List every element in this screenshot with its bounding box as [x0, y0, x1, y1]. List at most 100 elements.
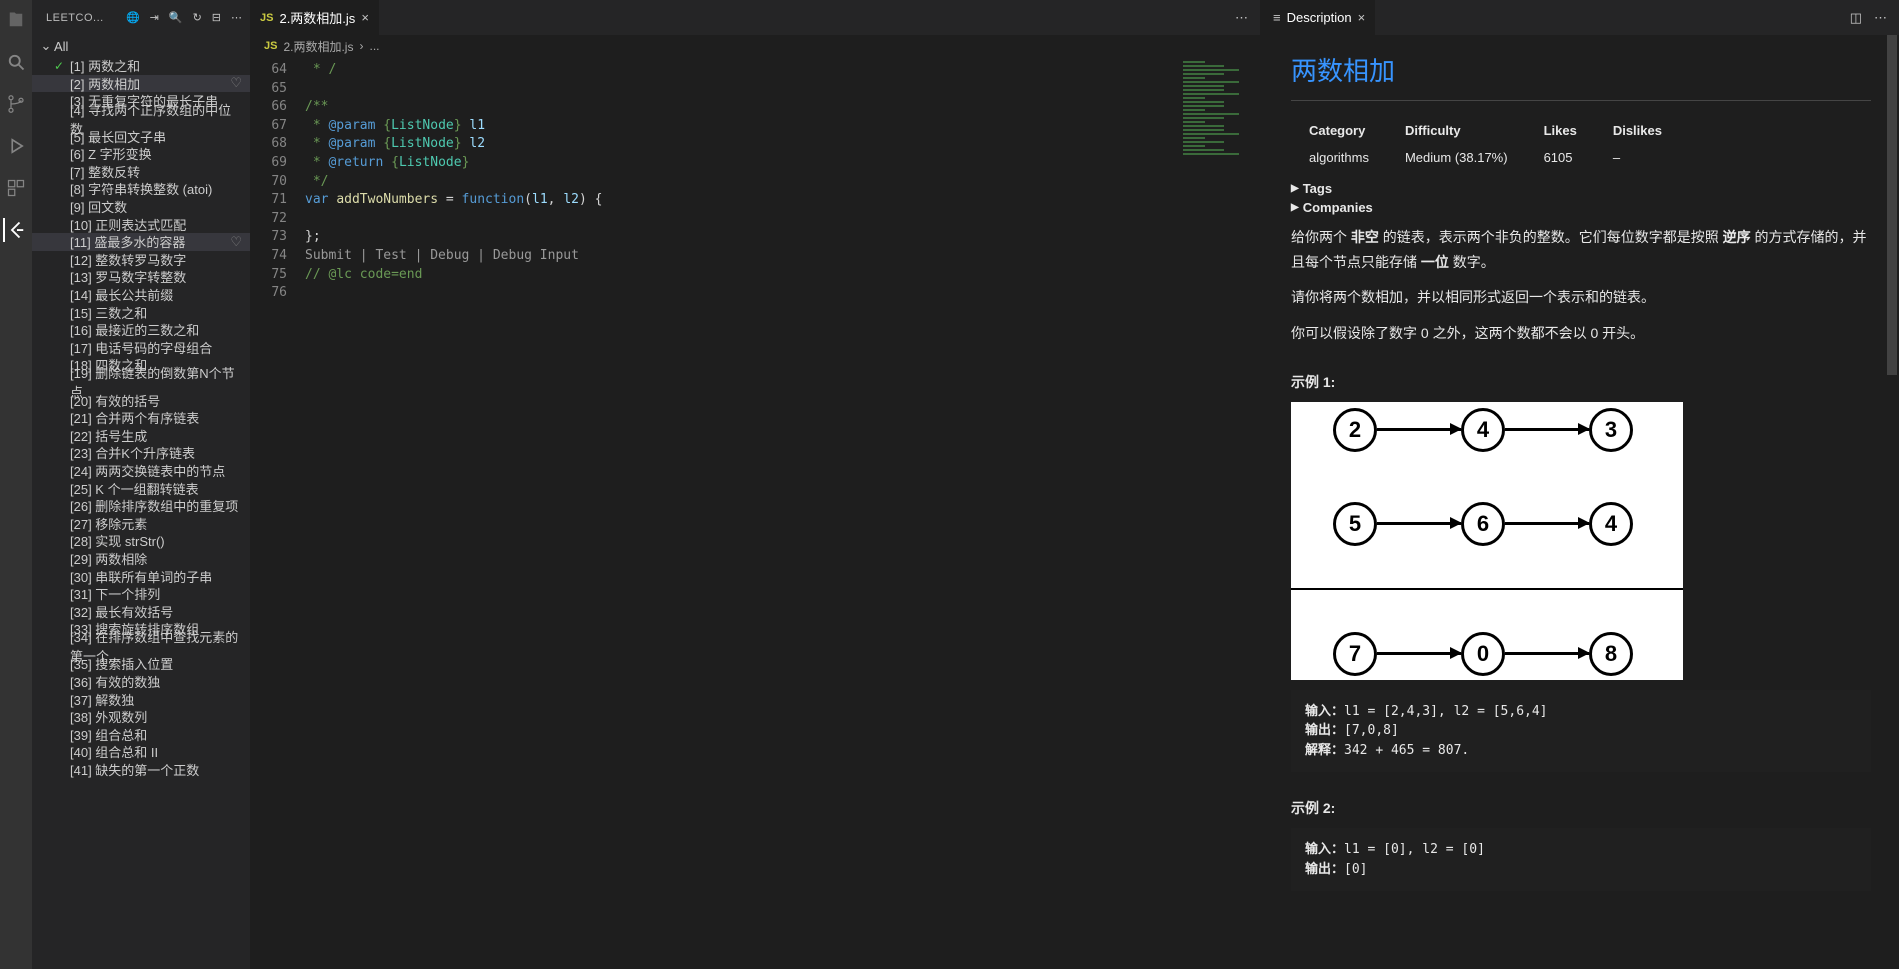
line-gutter: 64656667686970717273747576 [250, 57, 305, 969]
problem-item[interactable]: [5] 最长回文子串 [32, 127, 250, 145]
activity-extensions-icon[interactable] [4, 176, 28, 200]
activity-explorer-icon[interactable] [4, 8, 28, 32]
problem-label: [30] 串联所有单词的子串 [70, 567, 212, 586]
problem-title: 两数相加 [1291, 51, 1871, 88]
favorite-icon[interactable]: ♡ [230, 75, 242, 91]
problem-item[interactable]: [37] 解数独 [32, 690, 250, 708]
diagram-node: 4 [1461, 408, 1505, 452]
problem-item[interactable]: [6] Z 字形变换 [32, 145, 250, 163]
activity-branch-icon[interactable] [4, 92, 28, 116]
problem-item[interactable]: [41] 缺失的第一个正数 [32, 761, 250, 779]
problem-item[interactable]: [35] 搜索插入位置 [32, 655, 250, 673]
check-icon: ✓ [54, 59, 64, 73]
problem-item[interactable]: [4] 寻找两个正序数组的中位数 [32, 110, 250, 128]
problem-item[interactable]: [23] 合并K个升序链表 [32, 444, 250, 462]
problem-item[interactable]: [17] 电话号码的字母组合 [32, 339, 250, 357]
code-content[interactable]: * / /** * @param {ListNode} l1 * @param … [305, 57, 1180, 969]
problem-item[interactable]: [26] 删除排序数组中的重复项 [32, 497, 250, 515]
panel-body[interactable]: 两数相加 Category Difficulty Likes Dislikes … [1263, 35, 1899, 969]
editor-area: JS 2.两数相加.js × ⋯ JS 2.两数相加.js › ... 6465… [250, 0, 1260, 969]
problem-item[interactable]: [11] 盛最多水的容器♡ [32, 233, 250, 251]
meta-table: Category Difficulty Likes Dislikes algor… [1291, 117, 1680, 171]
problem-item[interactable]: [14] 最长公共前缀 [32, 286, 250, 304]
close-icon[interactable]: × [1358, 10, 1366, 25]
problem-item[interactable]: [13] 罗马数字转整数 [32, 268, 250, 286]
js-file-icon: JS [260, 12, 273, 24]
problem-item[interactable]: [15] 三数之和 [32, 303, 250, 321]
problem-item[interactable]: [40] 组合总和 II [32, 743, 250, 761]
diagram-arrow [1377, 428, 1461, 431]
problem-item[interactable]: [21] 合并两个有序链表 [32, 409, 250, 427]
panel-scrollbar-thumb[interactable] [1887, 35, 1897, 375]
activity-debug-icon[interactable] [4, 134, 28, 158]
problem-item[interactable]: [25] K 个一组翻转链表 [32, 479, 250, 497]
collapse-icon[interactable]: ⊟ [212, 11, 221, 24]
refresh-icon[interactable]: ↻ [193, 11, 202, 24]
globe-icon[interactable]: 🌐 [126, 11, 140, 24]
close-icon[interactable]: × [361, 10, 369, 25]
split-editor-icon[interactable]: ◫ [1850, 10, 1862, 26]
activity-leetcode-icon[interactable] [3, 218, 27, 242]
problem-label: [26] 删除排序数组中的重复项 [70, 496, 238, 515]
problem-item[interactable]: [29] 两数相除 [32, 550, 250, 568]
problem-item[interactable]: [7] 整数反转 [32, 163, 250, 181]
diagram-node: 7 [1333, 632, 1377, 676]
problem-item[interactable]: [30] 串联所有单词的子串 [32, 567, 250, 585]
problem-item[interactable]: [39] 组合总和 [32, 726, 250, 744]
diagram-node: 0 [1461, 632, 1505, 676]
sign-in-icon[interactable]: ⇥ [150, 11, 159, 24]
problem-item[interactable]: [38] 外观数列 [32, 708, 250, 726]
panel-tab-description[interactable]: ≡ Description × [1263, 0, 1375, 35]
sidebar-all-row[interactable]: ⌄ All [32, 35, 250, 57]
problem-item[interactable]: [27] 移除元素 [32, 514, 250, 532]
activity-search-icon[interactable] [4, 50, 28, 74]
tags-collapsible[interactable]: ▶Tags [1291, 181, 1871, 196]
problem-item[interactable]: [24] 两两交换链表中的节点 [32, 462, 250, 480]
favorite-icon[interactable]: ♡ [230, 234, 242, 250]
more-icon[interactable]: ⋯ [231, 11, 242, 24]
description-panel: ≡ Description × ◫ ⋯ 两数相加 Category Diffic… [1263, 0, 1899, 969]
minimap[interactable] [1180, 57, 1260, 969]
problem-item[interactable]: [31] 下一个排列 [32, 585, 250, 603]
problem-item[interactable]: ✓ [1] 两数之和 [32, 57, 250, 75]
problem-item[interactable]: [32] 最长有效括号 [32, 602, 250, 620]
problem-item[interactable]: [12] 整数转罗马数字 [32, 251, 250, 269]
diagram-arrow [1505, 522, 1589, 525]
panel-tab-label: Description [1287, 10, 1352, 25]
problem-item[interactable]: [20] 有效的括号 [32, 391, 250, 409]
editor-more-icon[interactable]: ⋯ [1235, 10, 1248, 26]
problem-label: [25] K 个一组翻转链表 [70, 479, 199, 498]
panel-scrollbar[interactable] [1885, 35, 1899, 969]
tab-file[interactable]: JS 2.两数相加.js × [250, 0, 380, 35]
problem-label: [40] 组合总和 II [70, 742, 158, 761]
problem-label: [20] 有效的括号 [70, 391, 160, 410]
breadcrumb[interactable]: JS 2.两数相加.js › ... [250, 35, 1260, 57]
problem-item[interactable]: [2] 两数相加♡ [32, 75, 250, 93]
problem-label: [27] 移除元素 [70, 514, 147, 533]
problem-label: [29] 两数相除 [70, 549, 147, 568]
description-p3: 你可以假设除了数字 0 之外，这两个数都不会以 0 开头。 [1291, 321, 1871, 346]
problem-item[interactable]: [10] 正则表达式匹配 [32, 215, 250, 233]
problem-item[interactable]: [34] 在排序数组中查找元素的第一个... [32, 638, 250, 656]
problem-label: [1] 两数之和 [70, 57, 140, 75]
problem-item[interactable]: [8] 字符串转换整数 (atoi) [32, 180, 250, 198]
companies-collapsible[interactable]: ▶Companies [1291, 200, 1871, 215]
chevron-down-icon: ⌄ [38, 38, 54, 54]
diagram-arrow [1377, 522, 1461, 525]
problem-label: [6] Z 字形变换 [70, 144, 152, 163]
td-dislikes: – [1595, 144, 1680, 171]
problem-label: [10] 正则表达式匹配 [70, 215, 186, 234]
problem-label: [24] 两两交换链表中的节点 [70, 461, 225, 480]
diagram-arrow [1505, 652, 1589, 655]
problem-item[interactable]: [19] 删除链表的倒数第N个节点 [32, 374, 250, 392]
panel-more-icon[interactable]: ⋯ [1874, 10, 1887, 26]
problem-item[interactable]: [16] 最接近的三数之和 [32, 321, 250, 339]
editor-body[interactable]: 64656667686970717273747576 * / /** * @pa… [250, 57, 1260, 969]
problem-list[interactable]: ✓[1] 两数之和[2] 两数相加♡[3] 无重复字符的最长子串[4] 寻找两个… [32, 57, 250, 969]
problem-item[interactable]: [28] 实现 strStr() [32, 532, 250, 550]
description-p1: 给你两个 非空 的链表，表示两个非负的整数。它们每位数字都是按照 逆序 的方式存… [1291, 225, 1871, 275]
problem-item[interactable]: [9] 回文数 [32, 198, 250, 216]
problem-item[interactable]: [22] 括号生成 [32, 426, 250, 444]
problem-item[interactable]: [36] 有效的数独 [32, 673, 250, 691]
search-icon[interactable]: 🔍 [169, 11, 183, 24]
